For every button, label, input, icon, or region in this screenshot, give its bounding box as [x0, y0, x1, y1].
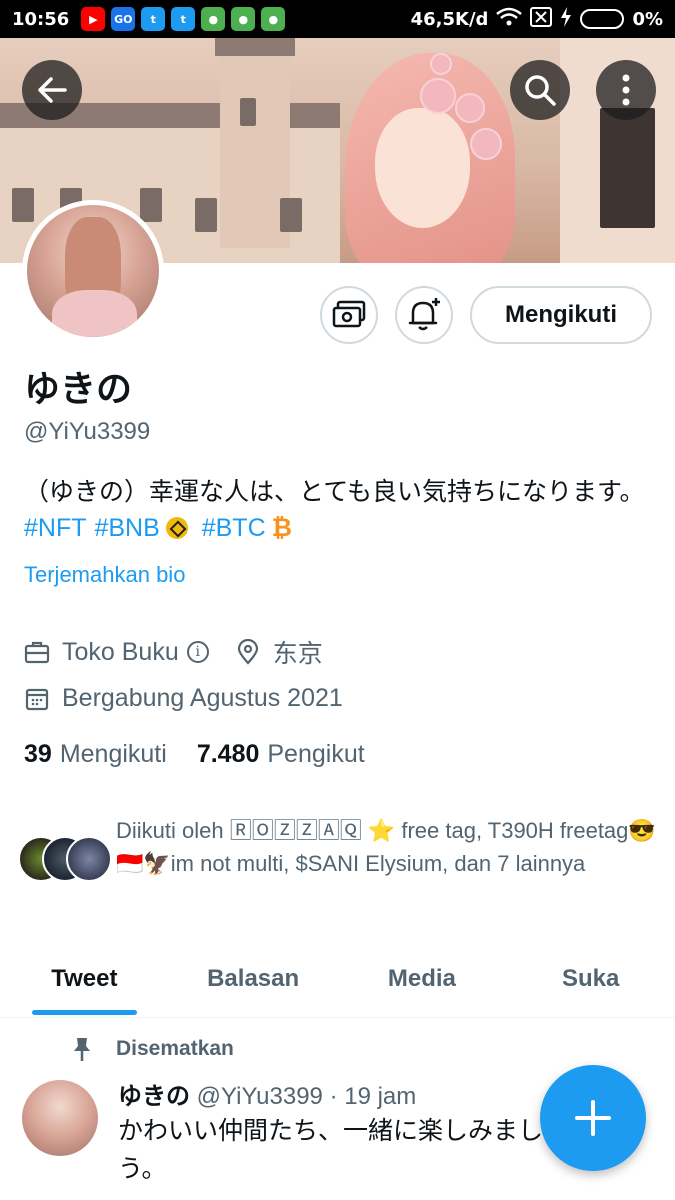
compose-tweet-button[interactable] [540, 1065, 646, 1171]
bio-text: （ゆきの）幸運な人は、とても良い気持ちになります。 [24, 477, 645, 506]
profile-meta-joined: Bergabung Agustus 2021 [24, 684, 343, 713]
charging-icon [560, 6, 572, 32]
hashtag-nft[interactable]: #NFT [24, 514, 87, 542]
briefcase-icon [24, 639, 50, 665]
tweet-author-handle: @YiYu3399 [196, 1083, 323, 1110]
chrome-icon: ● [201, 7, 226, 31]
chrome-icon: ● [261, 7, 286, 31]
hashtag-btc[interactable]: #BTC [202, 514, 266, 542]
following-label: Mengikuti [59, 740, 167, 768]
tweet-header: ゆきの @YiYu3399 · 19 jam [118, 1076, 416, 1111]
following-count: 39 [24, 740, 52, 768]
more-options-button[interactable] [596, 60, 656, 120]
tweet-author-avatar[interactable] [22, 1080, 98, 1156]
twitter-icon: t [141, 7, 166, 31]
go-icon: GO [111, 7, 136, 31]
sim-off-icon [530, 6, 553, 32]
tab-tweet[interactable]: Tweet [0, 940, 169, 1017]
bell-plus-icon [408, 298, 440, 331]
network-speed: 46,5K/d [410, 8, 489, 30]
following-button[interactable]: Mengikuti [470, 286, 652, 344]
location-pin-icon [235, 639, 261, 665]
battery-percent: 0% [632, 8, 663, 30]
followers-count-link[interactable]: 7.480 Pengikut [197, 740, 365, 769]
pinned-label: Disematkan [116, 1037, 234, 1060]
battery-icon [580, 9, 625, 29]
tip-button[interactable] [320, 286, 378, 344]
tab-likes[interactable]: Suka [506, 940, 675, 1017]
more-vertical-icon [622, 74, 630, 106]
search-button[interactable] [510, 60, 570, 120]
profile-bio: （ゆきの）幸運な人は、とても良い気持ちになります。 #NFT #BNB #BTC ₿ [24, 474, 654, 546]
followers-label: Pengikut [267, 740, 365, 768]
status-time: 10:56 [12, 8, 70, 30]
info-icon[interactable]: i [186, 641, 209, 663]
notifications-button[interactable] [395, 286, 453, 344]
search-icon [525, 75, 556, 106]
bitcoin-icon: ₿ [271, 513, 292, 542]
twitter-icon: t [171, 7, 196, 31]
chrome-icon: ● [231, 7, 256, 31]
pin-icon [74, 1038, 90, 1061]
profile-meta-category-location: Toko Buku i 东京 [24, 634, 323, 670]
arrow-left-icon [38, 77, 67, 103]
youtube-icon: ▶ [81, 7, 106, 31]
tweet-time: · 19 jam [329, 1083, 417, 1110]
followed-by-text: Diikuti oleh 🅁🄾🅉🅉🄰🅀 ⭐ free tag, T390H fr… [116, 818, 656, 876]
calendar-icon [24, 686, 50, 712]
pinned-indicator: Disematkan [70, 1036, 234, 1062]
bnb-icon [165, 517, 188, 539]
money-icon [332, 300, 366, 328]
profile-tabs: Tweet Balasan Media Suka [0, 940, 675, 1018]
translate-bio-link[interactable]: Terjemahkan bio [24, 562, 185, 588]
wifi-icon [496, 7, 523, 32]
followed-by-section[interactable]: Diikuti oleh 🅁🄾🅉🅉🄰🅀 ⭐ free tag, T390H fr… [18, 814, 658, 914]
tweet-text[interactable]: かわいい仲間たち、一緒に楽しみましょう。 [118, 1112, 568, 1188]
profile-joined-date: Bergabung Agustus 2021 [62, 684, 343, 712]
back-button[interactable] [22, 60, 82, 120]
profile-avatar[interactable] [22, 200, 164, 342]
hashtag-bnb[interactable]: #BNB [94, 514, 159, 542]
status-bar: 10:56 ▶ GO t t ● ● ● 46,5K/d 0% [0, 0, 675, 38]
follow-counts: 39 Mengikuti 7.480 Pengikut [24, 740, 365, 769]
followers-count: 7.480 [196, 740, 260, 768]
profile-location: 东京 [272, 640, 323, 668]
profile-category[interactable]: Toko Buku [62, 638, 179, 667]
follower-avatar [66, 836, 112, 882]
display-name: ゆきの [24, 369, 133, 410]
following-count-link[interactable]: 39 Mengikuti [24, 740, 167, 769]
tab-replies[interactable]: Balasan [169, 940, 338, 1017]
tweet-author-name[interactable]: ゆきの [118, 1082, 190, 1110]
plus-icon [575, 1100, 611, 1136]
profile-handle: @YiYu3399 [24, 418, 151, 445]
tab-media[interactable]: Media [338, 940, 507, 1017]
